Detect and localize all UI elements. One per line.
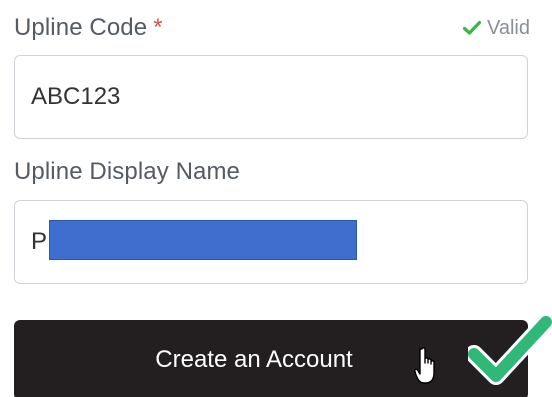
upline-display-name-field[interactable] (14, 200, 528, 284)
valid-status: Valid (463, 17, 530, 40)
upline-code-input[interactable] (31, 56, 511, 138)
checkmark-icon (463, 20, 481, 35)
upline-code-label-row: Upline Code * Valid (14, 14, 530, 42)
success-checkmark-icon (468, 314, 552, 385)
upline-display-name-label: Upline Display Name (14, 158, 240, 185)
upline-display-name-label-row: Upline Display Name (14, 158, 530, 186)
required-asterisk: * (153, 14, 163, 41)
hand-pointer-cursor-icon (414, 347, 435, 384)
upline-code-field[interactable] (14, 55, 528, 139)
redaction-box (49, 220, 357, 260)
upline-code-label: Upline Code * (14, 14, 163, 42)
account-form: Upline Code* Valid Upline Display Name C… (0, 0, 552, 397)
upline-code-label-text: Upline Code (14, 14, 148, 41)
create-account-button-label: Create an Account (155, 346, 353, 373)
valid-status-text: Valid (487, 16, 530, 39)
create-account-button[interactable]: Create an Account (14, 320, 528, 397)
